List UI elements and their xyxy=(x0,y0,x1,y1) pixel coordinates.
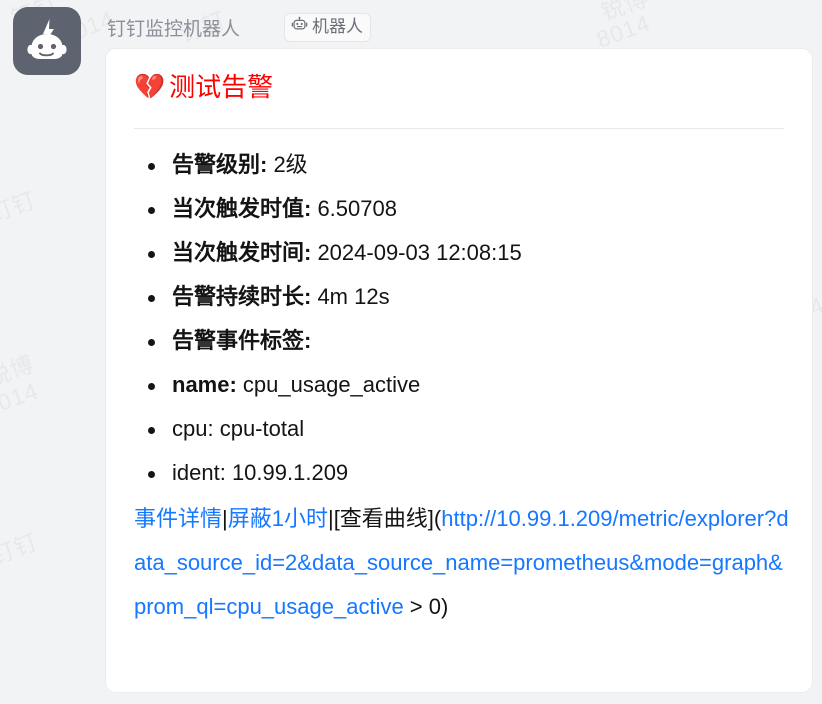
list-item-key: 当次触发时间: xyxy=(172,239,312,265)
link-separator-text: > 0) xyxy=(403,593,449,619)
robot-icon xyxy=(291,16,308,38)
list-item-key: ident: xyxy=(172,459,226,485)
action-link[interactable]: 事件详情 xyxy=(134,506,222,531)
list-item-value: cpu-total xyxy=(213,415,305,441)
watermark-text: 钉钉 xyxy=(0,186,40,228)
list-item: 告警事件标签: xyxy=(140,319,784,363)
list-item: 告警级别: 2级 xyxy=(140,143,784,187)
list-item-key: 告警级别: xyxy=(172,151,268,177)
list-item-value: 6.50708 xyxy=(311,195,397,221)
alert-detail-list: 告警级别: 2级 当次触发时值: 6.50708 当次触发时间: 2024-09-0… xyxy=(106,143,812,495)
list-item-key: name: xyxy=(172,371,237,397)
robot-avatar-icon[interactable] xyxy=(13,7,81,75)
list-item: 告警持续时长: 4m 12s xyxy=(140,275,784,319)
list-item-value: 10.99.1.209 xyxy=(225,459,349,485)
broken-heart-icon: 💔 xyxy=(134,72,166,101)
alert-action-links: 事件详情|屏蔽1小时|[查看曲线](http://10.99.1.209/met… xyxy=(106,495,812,629)
list-item-key: 告警持续时长: xyxy=(172,283,312,309)
list-item-value: 2024-09-03 12:08:15 xyxy=(311,239,522,265)
list-item: ident: 10.99.1.209 xyxy=(140,451,784,495)
list-item-value: 2级 xyxy=(267,151,308,177)
title-divider xyxy=(134,127,784,129)
watermark-text: 锐博 xyxy=(0,350,38,392)
watermark-text: 8014 xyxy=(593,9,654,53)
alert-title-text: 测试告警 xyxy=(169,72,274,102)
action-link[interactable]: 屏蔽1小时 xyxy=(228,506,328,531)
watermark-text: 钉钉 xyxy=(0,528,42,570)
list-item-value: cpu_usage_active xyxy=(236,371,421,397)
list-item: name: cpu_usage_active xyxy=(140,363,784,407)
list-item: 当次触发时值: 6.50708 xyxy=(140,187,784,231)
alert-title: 💔 测试告警 xyxy=(134,73,812,102)
bot-badge: 机器人 xyxy=(284,12,372,42)
list-item: cpu: cpu-total xyxy=(140,407,784,451)
list-item-value: 4m 12s xyxy=(311,283,390,309)
alert-card: 💔 测试告警 告警级别: 2级 当次触发时值: 6.50708 当次触发时间: 20… xyxy=(105,48,813,693)
bot-badge-label: 机器人 xyxy=(312,17,364,36)
list-item-key: 告警事件标签: xyxy=(172,327,312,353)
list-item-key: 当次触发时值: xyxy=(172,195,312,221)
watermark-text: 锐博 xyxy=(597,0,652,26)
message-header: 钉钉监控机器人 机器人 xyxy=(107,12,372,42)
list-item-key: cpu: xyxy=(172,415,214,441)
sender-name: 钉钉监控机器人 xyxy=(107,18,241,40)
watermark-text: 8014 xyxy=(0,377,42,421)
list-item: 当次触发时间: 2024-09-03 12:08:15 xyxy=(140,231,784,275)
link-separator-text: |[查看曲线]( xyxy=(327,505,442,531)
